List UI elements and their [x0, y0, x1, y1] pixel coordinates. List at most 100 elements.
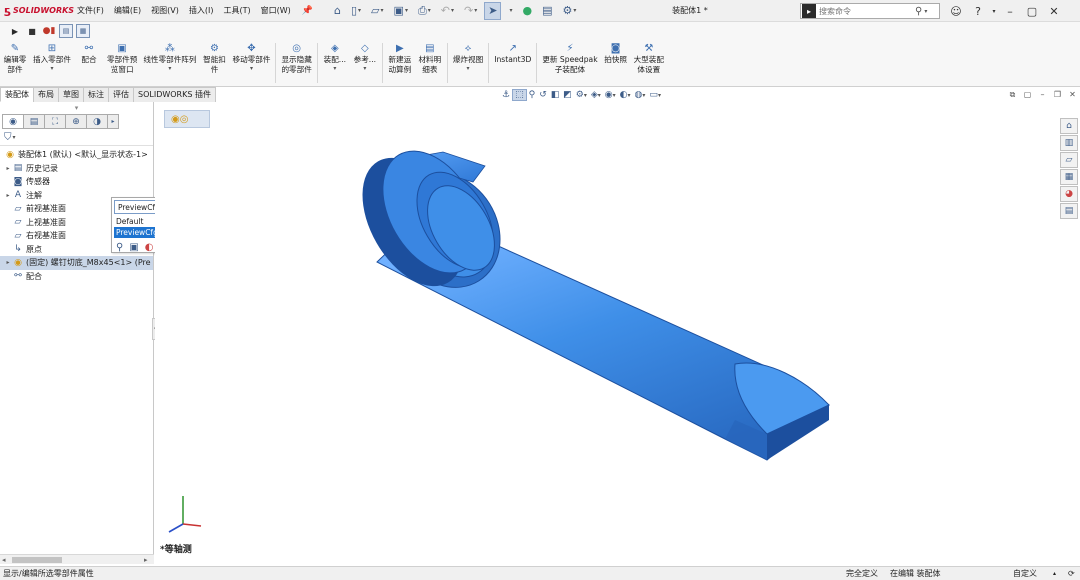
- help-icon[interactable]: ?: [967, 0, 989, 22]
- panel-scroll-right-icon[interactable]: ▸: [107, 114, 119, 129]
- graphics-area[interactable]: [155, 102, 1060, 554]
- command-button[interactable]: ▤ 材料明 细表: [415, 40, 445, 75]
- unit-system[interactable]: 自定义: [1013, 567, 1037, 580]
- filter-dropdown-icon[interactable]: ▾: [13, 134, 16, 141]
- component-properties-icon[interactable]: ▣: [129, 242, 138, 253]
- new-document-icon[interactable]: ▯ ▾: [348, 2, 364, 20]
- status-options-icon[interactable]: ⟳: [1068, 567, 1075, 580]
- search-dropdown-icon[interactable]: ▾: [924, 8, 927, 15]
- chevron-down-icon[interactable]: ▾: [363, 65, 366, 73]
- file-explorer-icon[interactable]: ▱: [1060, 152, 1078, 168]
- appearances-scenes-icon[interactable]: ◕: [1060, 186, 1078, 202]
- menu-item[interactable]: 文件(F): [72, 0, 109, 22]
- menu-item[interactable]: 工具(T): [218, 0, 255, 22]
- tree-horizontal-scrollbar[interactable]: ◂ ▸: [0, 554, 154, 564]
- command-tab[interactable]: 装配体: [0, 87, 34, 102]
- command-button[interactable]: ◈ 装配... ▾: [320, 40, 350, 73]
- filter-icon[interactable]: ⛉: [4, 132, 12, 143]
- configuration-quick-button[interactable]: ◉◎: [164, 110, 210, 128]
- command-button[interactable]: ✎ 编辑零 部件: [0, 40, 30, 75]
- open-icon[interactable]: ▱ ▾: [368, 2, 386, 20]
- command-tab[interactable]: 标注: [83, 87, 109, 102]
- tree-item[interactable]: ◙ 传感器: [0, 175, 153, 189]
- tree-item[interactable]: ▸ ▤ 历史记录: [0, 162, 153, 176]
- tree-filter[interactable]: ⛉ ▾: [0, 130, 153, 146]
- search-box[interactable]: ▸ ⚲ ▾: [800, 3, 940, 19]
- apply-scene-icon[interactable]: ◍▾: [633, 90, 648, 100]
- options-gear-icon[interactable]: ⚙ ▾: [560, 2, 580, 20]
- command-button[interactable]: ⚙ 智能扣 件: [200, 40, 230, 75]
- maximize-icon[interactable]: ▢: [1021, 0, 1043, 22]
- expand-arrow-icon[interactable]: ▸: [4, 192, 12, 199]
- edit-appearance-icon[interactable]: ◐▾: [618, 90, 633, 100]
- rebuild-icon[interactable]: ●: [519, 2, 535, 20]
- feature-tree-tab-icon[interactable]: ◉: [2, 114, 24, 129]
- home-icon[interactable]: ⌂: [331, 2, 344, 20]
- zoom-area-icon[interactable]: ⚲: [527, 90, 538, 100]
- minimize-icon[interactable]: –: [999, 0, 1021, 22]
- command-tab[interactable]: 评估: [108, 87, 134, 102]
- command-button[interactable]: ◇ 参考... ▾: [350, 40, 380, 73]
- menu-item[interactable]: 编辑(E): [109, 0, 146, 22]
- appearance-icon[interactable]: ◐: [145, 242, 154, 253]
- print-icon[interactable]: ⎙ ▾: [415, 2, 434, 20]
- command-button[interactable]: ⊞ 插入零部件 ▾: [30, 40, 74, 73]
- unit-dropdown-icon[interactable]: ▴: [1053, 567, 1056, 580]
- scroll-left-icon[interactable]: ◂: [2, 555, 6, 565]
- property-manager-tab-icon[interactable]: ▤: [23, 114, 45, 129]
- chevron-down-icon[interactable]: ▾: [50, 65, 53, 73]
- view-monitor-icon[interactable]: ▭▾: [647, 90, 663, 100]
- command-button[interactable]: ↗ Instant3D: [491, 40, 534, 65]
- select-dropdown-icon[interactable]: ▾: [505, 2, 515, 20]
- design-library-icon[interactable]: ▥: [1060, 135, 1078, 151]
- command-tab[interactable]: 草图: [58, 87, 84, 102]
- command-button[interactable]: ⚯ 配合: [74, 40, 104, 65]
- viewport-minimize-icon[interactable]: –: [1035, 88, 1050, 101]
- record-icon[interactable]: ●▮: [42, 24, 56, 38]
- save-icon[interactable]: ▣ ▾: [391, 2, 411, 20]
- menu-item[interactable]: 插入(I): [184, 0, 219, 22]
- close-icon[interactable]: ✕: [1043, 0, 1065, 22]
- macro-edit-icon[interactable]: ▦: [76, 24, 90, 38]
- pin-icon[interactable]: 📌: [302, 6, 313, 16]
- user-icon[interactable]: ☺: [945, 0, 967, 22]
- search-input[interactable]: [819, 6, 915, 16]
- dynamic-annotation-icon[interactable]: ◩: [561, 90, 574, 100]
- macro-icon[interactable]: ▤: [59, 24, 73, 38]
- display-style-icon[interactable]: ◈▾: [589, 90, 603, 100]
- chevron-down-icon[interactable]: ▾: [250, 65, 253, 73]
- display-manager-tab-icon[interactable]: ◑: [86, 114, 108, 129]
- hide-show-items-icon[interactable]: ◉▾: [603, 90, 618, 100]
- zoom-to-selection-icon[interactable]: ⚲: [116, 242, 123, 253]
- viewport-tile-icon[interactable]: ▢: [1020, 88, 1035, 101]
- solidworks-resources-icon[interactable]: ⌂: [1060, 118, 1078, 134]
- command-button[interactable]: ◎ 显示隐藏 的零部件: [278, 40, 314, 75]
- previous-view-icon[interactable]: ↺: [537, 90, 549, 100]
- zoom-to-fit-icon[interactable]: ⬚: [512, 89, 527, 101]
- tree-item[interactable]: ◉ 装配体1 (默认) <默认_显示状态-1>: [0, 148, 153, 162]
- command-button[interactable]: ⚒ 大型装配 体设置: [631, 40, 667, 75]
- search-commands-icon[interactable]: ▸: [802, 4, 816, 18]
- menu-item[interactable]: 窗口(W): [256, 0, 296, 22]
- viewport-split-icon[interactable]: ⧉: [1005, 88, 1020, 101]
- view-orientation-icon[interactable]: ⚓: [500, 90, 512, 100]
- command-button[interactable]: ◙ 拍快照: [601, 40, 631, 65]
- chevron-down-icon[interactable]: ▾: [467, 65, 470, 73]
- expand-arrow-icon[interactable]: ▸: [4, 165, 12, 172]
- panel-splitter-handle[interactable]: ▾: [0, 102, 153, 114]
- tree-item[interactable]: ⚯ 配合: [0, 270, 153, 284]
- search-icon[interactable]: ⚲: [915, 6, 922, 17]
- scroll-thumb[interactable]: [12, 557, 62, 563]
- view-settings-icon[interactable]: ⚙▾: [574, 90, 589, 100]
- file-properties-icon[interactable]: ▤: [539, 2, 555, 20]
- section-view-icon[interactable]: ◧: [549, 90, 562, 100]
- chevron-down-icon[interactable]: ▾: [168, 65, 171, 73]
- command-button[interactable]: ▣ 零部件预 览窗口: [104, 40, 140, 75]
- help-dropdown-icon[interactable]: ▾: [989, 0, 999, 22]
- view-palette-icon[interactable]: ▦: [1060, 169, 1078, 185]
- viewport-close-icon[interactable]: ✕: [1065, 88, 1080, 101]
- app-logo[interactable]: ƽ SOLIDWORKS: [0, 4, 74, 17]
- command-button[interactable]: ⟡ 爆炸视图 ▾: [450, 40, 486, 73]
- redo-icon[interactable]: ↷ ▾: [461, 2, 480, 20]
- part-model[interactable]: [155, 102, 1060, 554]
